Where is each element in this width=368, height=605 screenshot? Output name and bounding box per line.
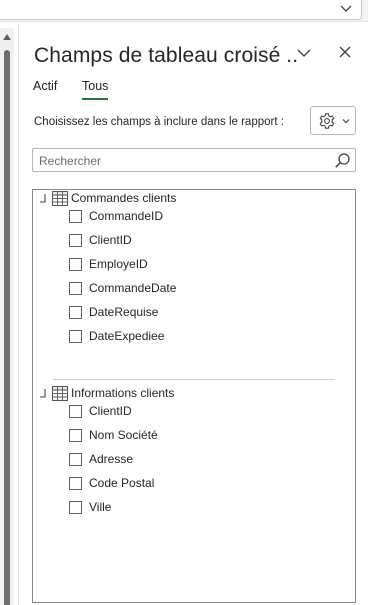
selected-tab-underline — [82, 98, 108, 100]
field-list: Commandes clients CommandeID ClientID Em… — [32, 189, 356, 603]
field-row[interactable]: Nom Société — [69, 427, 339, 445]
field-checkbox[interactable] — [69, 429, 82, 442]
group-name: Commandes clients — [71, 191, 177, 205]
field-name: ClientID — [89, 233, 132, 247]
field-checkbox[interactable] — [69, 453, 82, 466]
pane-options-chevron-down-icon[interactable] — [296, 45, 312, 61]
scrollbar-thumb[interactable] — [4, 50, 10, 605]
chevron-down-icon — [340, 5, 352, 12]
table-icon — [52, 386, 68, 401]
field-row[interactable]: Ville — [69, 499, 339, 517]
field-name: Adresse — [89, 452, 134, 466]
field-checkbox[interactable] — [69, 477, 82, 490]
chevron-down-icon — [342, 119, 350, 124]
gear-icon — [319, 113, 335, 129]
field-name: Ville — [89, 500, 112, 514]
pivot-fields-pane: Champs de tableau croisé .. Actif Tous C… — [18, 24, 368, 605]
field-name: DateExpediee — [89, 329, 165, 343]
field-row[interactable]: ClientID — [69, 403, 339, 421]
field-checkbox[interactable] — [69, 306, 82, 319]
collapse-icon[interactable] — [38, 192, 48, 204]
field-checkbox[interactable] — [69, 330, 82, 343]
field-checkbox[interactable] — [69, 405, 82, 418]
field-row[interactable]: Code Postal — [69, 475, 339, 493]
field-checkbox[interactable] — [69, 234, 82, 247]
choose-fields-label: Choisissez les champs à inclure dans le … — [34, 116, 284, 128]
field-row[interactable]: DateExpediee — [69, 328, 339, 346]
field-checkbox[interactable] — [69, 282, 82, 295]
vertical-scrollbar[interactable] — [0, 28, 14, 605]
field-row[interactable]: CommandeDate — [69, 280, 339, 298]
field-row[interactable]: DateRequise — [69, 304, 339, 322]
field-checkbox[interactable] — [69, 258, 82, 271]
field-name: ClientID — [89, 404, 132, 418]
close-icon[interactable] — [336, 43, 354, 61]
field-name: CommandeDate — [89, 281, 177, 295]
field-name: EmployeID — [89, 257, 148, 271]
field-name: Nom Société — [89, 428, 158, 442]
collapse-icon[interactable] — [38, 387, 48, 399]
field-row[interactable]: EmployeID — [69, 256, 339, 274]
pane-title: Champs de tableau croisé .. — [34, 44, 299, 67]
search-icon[interactable] — [334, 152, 351, 169]
field-name: Code Postal — [89, 476, 155, 490]
field-checkbox[interactable] — [69, 501, 82, 514]
group-divider — [53, 379, 335, 380]
field-row[interactable]: CommandeID — [69, 208, 339, 226]
field-checkbox[interactable] — [69, 210, 82, 223]
tab-actif[interactable]: Actif — [33, 79, 57, 93]
search-field[interactable] — [32, 148, 356, 172]
field-name: DateRequise — [89, 305, 159, 319]
group-header-commandes-clients[interactable]: Commandes clients — [33, 190, 353, 208]
group-header-informations-clients[interactable]: Informations clients — [33, 385, 353, 403]
group-name: Informations clients — [71, 386, 175, 400]
field-name: CommandeID — [89, 209, 164, 223]
search-input[interactable] — [39, 152, 319, 169]
scroll-up-arrow-icon[interactable] — [3, 34, 11, 40]
field-row[interactable]: ClientID — [69, 232, 339, 250]
tab-tous[interactable]: Tous — [82, 79, 108, 93]
tools-button[interactable] — [310, 106, 356, 135]
table-icon — [52, 191, 68, 206]
field-row[interactable]: Adresse — [69, 451, 339, 469]
top-dropdown[interactable] — [0, 0, 362, 20]
